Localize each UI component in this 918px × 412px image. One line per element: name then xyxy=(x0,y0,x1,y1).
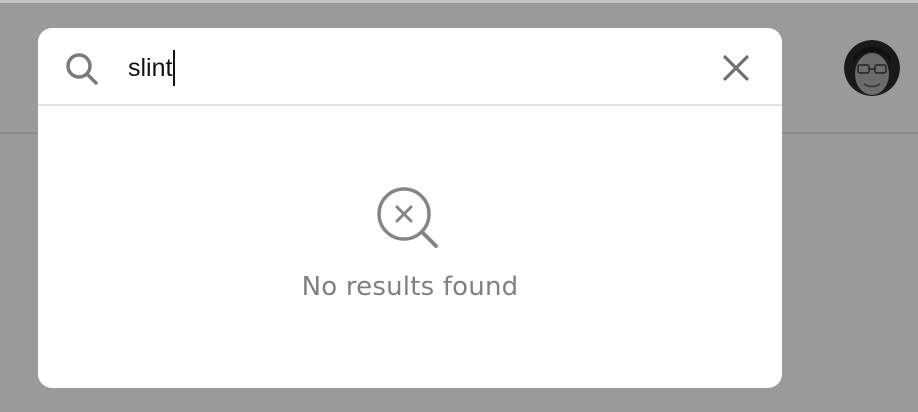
window-top-edge xyxy=(0,0,918,3)
empty-state-message: No results found xyxy=(301,272,519,302)
clear-search-button[interactable] xyxy=(718,50,754,86)
text-caret xyxy=(173,50,175,86)
search-modal: No results found xyxy=(38,28,782,388)
search-input[interactable] xyxy=(128,46,688,90)
search-no-results-icon xyxy=(374,184,444,254)
search-bar xyxy=(38,28,782,106)
avatar[interactable] xyxy=(844,40,900,96)
close-icon xyxy=(718,50,754,86)
search-icon xyxy=(65,52,99,86)
